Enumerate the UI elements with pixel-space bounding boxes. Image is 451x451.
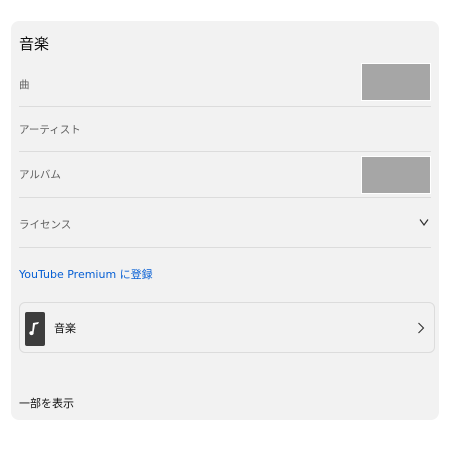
song-label: 曲 xyxy=(19,79,30,91)
song-row: 曲 xyxy=(19,62,431,107)
album-thumbnail xyxy=(361,156,431,194)
music-card[interactable]: 音楽 xyxy=(19,302,435,353)
music-note-icon xyxy=(25,312,45,346)
chevron-right-icon xyxy=(418,322,425,334)
music-card-label: 音楽 xyxy=(54,322,76,335)
youtube-premium-link[interactable]: YouTube Premium に登録 xyxy=(19,266,153,282)
show-less-button[interactable]: 一部を表示 xyxy=(19,395,74,411)
album-row: アルバム xyxy=(19,152,431,198)
music-section-panel: 音楽 曲 アーティスト アルバム ライセンス YouTube Premium に… xyxy=(11,21,439,420)
artist-label: アーティスト xyxy=(19,124,81,136)
chevron-down-icon[interactable] xyxy=(419,217,429,227)
artist-row: アーティスト xyxy=(19,107,431,152)
license-label: ライセンス xyxy=(19,219,72,231)
album-label: アルバム xyxy=(19,169,61,181)
song-thumbnail xyxy=(361,63,431,101)
license-row[interactable]: ライセンス xyxy=(19,198,431,248)
section-title: 音楽 xyxy=(19,35,50,53)
